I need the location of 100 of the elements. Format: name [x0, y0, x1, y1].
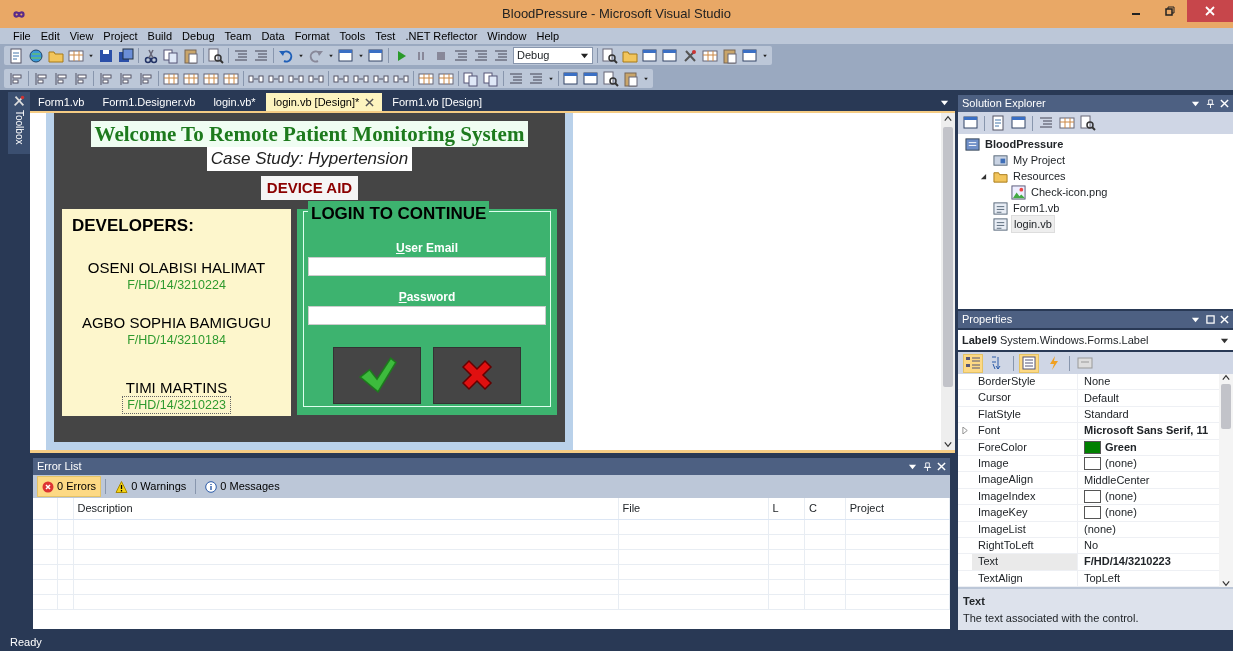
window-icon[interactable]: [563, 70, 579, 87]
object-selector[interactable]: Label9 System.Windows.Forms.Label: [958, 330, 1233, 350]
clipboard-icon[interactable]: [183, 47, 199, 64]
tree-item[interactable]: Check-icon.png: [1029, 183, 1110, 201]
align-icon[interactable]: [138, 70, 154, 87]
floppy-disks-icon[interactable]: [118, 47, 134, 64]
scroll-down-icon[interactable]: [944, 440, 952, 448]
property-name[interactable]: BorderStyle: [972, 374, 1078, 390]
expand-icon[interactable]: [980, 172, 987, 180]
dropdown-icon[interactable]: [1191, 99, 1200, 108]
window-icon[interactable]: [742, 47, 758, 64]
magnifier-icon[interactable]: [602, 47, 618, 64]
property-value[interactable]: (none): [1105, 505, 1137, 521]
tree-item[interactable]: Form1.vb: [1011, 199, 1062, 217]
filter-button[interactable]: 0 Warnings: [110, 476, 192, 497]
grid-icon[interactable]: [702, 47, 718, 64]
property-name[interactable]: Font: [972, 423, 1078, 439]
column-header[interactable]: Description: [73, 498, 618, 519]
tools-icon[interactable]: [682, 47, 698, 64]
column-header[interactable]: File: [618, 498, 768, 519]
dropdown-icon[interactable]: [1191, 315, 1200, 324]
lines-icon[interactable]: [473, 47, 489, 64]
filter-button[interactable]: 0 Messages: [200, 476, 285, 497]
window-icon[interactable]: [1011, 115, 1027, 131]
grid-icon[interactable]: [68, 47, 84, 64]
grid-icon[interactable]: [163, 70, 179, 87]
lines-icon[interactable]: [493, 47, 509, 64]
align-icon[interactable]: [98, 70, 114, 87]
menu-item[interactable]: View: [64, 28, 99, 44]
grid-icon[interactable]: [183, 70, 199, 87]
input-field[interactable]: [308, 305, 546, 325]
confirm-button[interactable]: [333, 346, 421, 404]
scrollbar-thumb[interactable]: [943, 127, 953, 387]
align-icon[interactable]: [73, 70, 89, 87]
property-value[interactable]: Green: [1105, 439, 1137, 455]
pin-icon[interactable]: [1205, 99, 1215, 108]
property-value[interactable]: (none): [1105, 488, 1137, 504]
menu-item[interactable]: Team: [219, 28, 257, 44]
align-icon[interactable]: [8, 70, 24, 87]
window-icon[interactable]: [368, 47, 384, 64]
window-icon[interactable]: [963, 115, 979, 131]
magnifier-icon[interactable]: [208, 47, 224, 64]
menu-item[interactable]: Tools: [334, 28, 371, 44]
column-header[interactable]: L: [768, 498, 805, 519]
property-value[interactable]: MiddleCenter: [1084, 472, 1150, 488]
dropdown-icon[interactable]: [940, 98, 949, 107]
document-icon[interactable]: [8, 47, 24, 64]
tree-item[interactable]: BloodPressure: [983, 135, 1066, 153]
restore-icon[interactable]: [1165, 6, 1175, 16]
dropdown-icon[interactable]: [908, 462, 917, 471]
property-name[interactable]: ImageIndex: [972, 488, 1078, 505]
column-header[interactable]: Project: [845, 498, 950, 519]
lines-icon[interactable]: [453, 47, 469, 64]
window-icon[interactable]: [338, 47, 354, 64]
configuration-dropdown[interactable]: Debug: [513, 47, 593, 64]
grid-icon[interactable]: [223, 70, 239, 87]
property-name[interactable]: FlatStyle: [972, 406, 1078, 423]
filter-button[interactable]: 0 Errors: [37, 476, 102, 497]
close-button[interactable]: [1187, 0, 1233, 22]
property-value[interactable]: (none): [1084, 521, 1116, 537]
property-value[interactable]: F/HD/14/3210223: [1084, 554, 1171, 570]
document-tab[interactable]: Form1.vb [Design]: [384, 93, 491, 111]
property-value[interactable]: (none): [1105, 456, 1137, 472]
menu-item[interactable]: Window: [482, 28, 532, 44]
scrollbar[interactable]: [941, 113, 955, 450]
clipboard-icon[interactable]: [722, 47, 738, 64]
view-toggle-button[interactable]: [1019, 353, 1039, 373]
magnifier-icon[interactable]: [603, 70, 619, 87]
menu-item[interactable]: Edit: [35, 28, 65, 44]
property-name[interactable]: ImageList: [972, 521, 1078, 537]
dropdown-icon[interactable]: [580, 51, 589, 60]
menu-item[interactable]: Format: [289, 28, 335, 44]
property-name[interactable]: ImageKey: [972, 505, 1078, 521]
document-icon[interactable]: [990, 115, 1006, 131]
toolbox-tab[interactable]: Toolbox: [8, 92, 30, 154]
lines-icon[interactable]: [528, 70, 544, 87]
property-value[interactable]: Default: [1084, 390, 1119, 406]
document-tab[interactable]: Form1.Designer.vb: [94, 93, 204, 111]
menu-item[interactable]: Data: [256, 28, 290, 44]
property-name[interactable]: Image: [972, 455, 1078, 472]
property-name[interactable]: TextAlign: [972, 570, 1078, 587]
copy-icon[interactable]: [463, 70, 479, 87]
property-name[interactable]: RightToLeft: [972, 537, 1078, 554]
grid-icon[interactable]: [203, 70, 219, 87]
menu-item[interactable]: Test: [370, 28, 401, 44]
lines-icon[interactable]: [253, 47, 269, 64]
window-icon[interactable]: [662, 47, 678, 64]
property-value[interactable]: Microsoft Sans Serif, 11: [1084, 423, 1209, 439]
menu-item[interactable]: Debug: [177, 28, 220, 44]
align-icon[interactable]: [118, 70, 134, 87]
align-icon[interactable]: [53, 70, 69, 87]
tree-item[interactable]: My Project: [1011, 151, 1067, 169]
scroll-up-icon[interactable]: [1222, 374, 1230, 382]
close-icon[interactable]: [365, 97, 375, 107]
tree-item[interactable]: Resources: [1011, 167, 1068, 185]
property-name[interactable]: Text: [972, 554, 1078, 570]
scrollbar-thumb[interactable]: [1221, 384, 1231, 429]
pin-icon[interactable]: [922, 462, 932, 471]
input-field[interactable]: [308, 256, 546, 276]
menu-item[interactable]: Build: [142, 28, 178, 44]
